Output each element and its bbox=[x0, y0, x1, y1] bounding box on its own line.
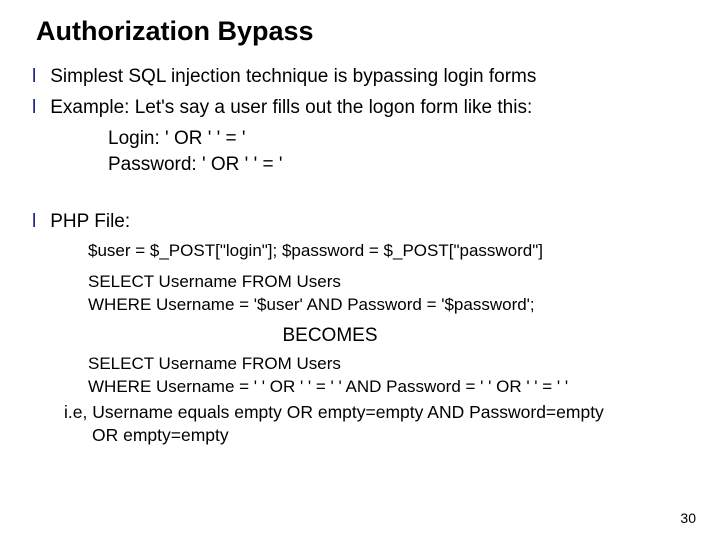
sql-after-line1: SELECT Username FROM Users bbox=[88, 353, 692, 376]
slide-title: Authorization Bypass bbox=[36, 16, 692, 47]
page-number: 30 bbox=[680, 510, 696, 526]
explanation-block: i.e, Username equals empty OR empty=empt… bbox=[64, 401, 692, 447]
login-line: Login: ' OR ' ' = ' bbox=[108, 126, 692, 152]
password-line: Password: ' OR ' ' = ' bbox=[108, 152, 692, 178]
bullet-item-3: l PHP File: bbox=[28, 210, 692, 235]
php-assign-line: $user = $_POST["login"]; $password = $_P… bbox=[88, 240, 692, 263]
bullet-marker-icon: l bbox=[32, 210, 36, 235]
bullet-text-2: Example: Let's say a user fills out the … bbox=[50, 96, 532, 121]
bullet-text-1: Simplest SQL injection technique is bypa… bbox=[50, 65, 536, 90]
sql-before-line1: SELECT Username FROM Users bbox=[88, 271, 692, 294]
becomes-label: BECOMES bbox=[28, 325, 692, 347]
bullet-text-3: PHP File: bbox=[50, 210, 130, 235]
explanation-line2: OR empty=empty bbox=[92, 424, 672, 447]
sql-after-block: SELECT Username FROM Users WHERE Usernam… bbox=[88, 353, 692, 399]
sql-after-line2: WHERE Username = ' ' OR ' ' = ' ' AND Pa… bbox=[88, 376, 692, 399]
bullet-item-1: l Simplest SQL injection technique is by… bbox=[28, 65, 692, 90]
sql-before-block: SELECT Username FROM Users WHERE Usernam… bbox=[88, 271, 692, 317]
explanation-line1: i.e, Username equals empty OR empty=empt… bbox=[64, 401, 672, 424]
bullet-marker-icon: l bbox=[32, 65, 36, 90]
sql-before-line2: WHERE Username = '$user' AND Password = … bbox=[88, 294, 692, 317]
php-assign-block: $user = $_POST["login"]; $password = $_P… bbox=[88, 240, 692, 263]
login-example-block: Login: ' OR ' ' = ' Password: ' OR ' ' =… bbox=[108, 126, 692, 177]
bullet-marker-icon: l bbox=[32, 96, 36, 121]
bullet-item-2: l Example: Let's say a user fills out th… bbox=[28, 96, 692, 121]
